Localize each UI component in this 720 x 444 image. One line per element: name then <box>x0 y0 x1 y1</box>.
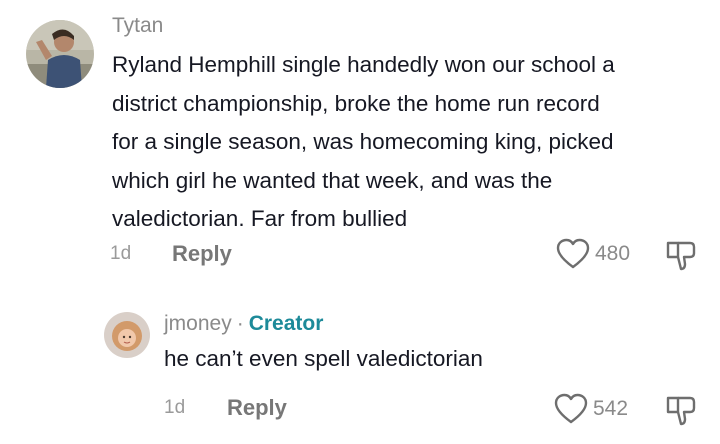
comment-username[interactable]: Tytan <box>112 14 163 38</box>
comment-timestamp: 1d <box>110 243 132 264</box>
reply-username-row: jmoney · Creator <box>164 312 323 336</box>
creator-badge: Creator <box>248 312 324 335</box>
reply-reply-button[interactable]: Reply <box>227 395 287 421</box>
reply-username[interactable]: jmoney <box>164 312 232 335</box>
separator-dot: · <box>236 312 244 335</box>
comment-text-line: which girl he wanted that week, and was … <box>112 167 553 193</box>
comment-text-line: district championship, broke the home ru… <box>112 90 600 116</box>
thumbs-down-icon <box>666 241 696 271</box>
avatar-jmoney[interactable] <box>104 312 150 358</box>
like-count: 480 <box>595 242 631 265</box>
like-button[interactable]: 480 <box>556 238 630 270</box>
heart-icon <box>556 238 590 269</box>
reply-like-button[interactable]: 542 <box>554 393 628 425</box>
comment-text-line: for a single season, was homecoming king… <box>112 129 614 154</box>
thumbs-down-icon <box>666 396 696 426</box>
reply-text: he can’t even spell valedictorian <box>164 346 483 371</box>
avatar-tytan[interactable] <box>26 20 94 88</box>
like-count: 542 <box>593 397 629 420</box>
dislike-button[interactable] <box>664 238 698 277</box>
reply-timestamp: 1d <box>164 397 186 418</box>
comment-text: Ryland Hemphill single handedly won our … <box>112 46 615 239</box>
reply-button[interactable]: Reply <box>172 241 232 267</box>
reply-dislike-button[interactable] <box>664 393 698 432</box>
heart-icon <box>554 393 588 424</box>
comment-text-line: valedictorian. Far from bullied <box>112 206 408 231</box>
comment-text-line: Ryland Hemphill single handedly won our … <box>112 52 615 77</box>
